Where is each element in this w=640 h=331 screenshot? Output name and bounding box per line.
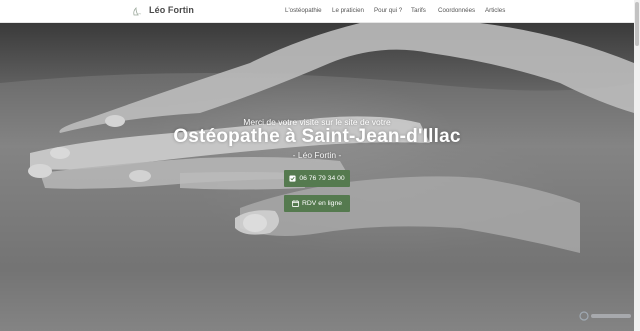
hero-practitioner-name: - Léo Fortin - — [292, 150, 342, 160]
hero-title: Ostéopathe à Saint-Jean-d'Illac — [173, 126, 461, 147]
rdv-button-label: RDV en ligne — [301, 200, 343, 207]
nav-item-tarifs[interactable]: Tarifs — [411, 7, 426, 14]
nav-item-pour-qui[interactable]: Pour qui ? — [374, 7, 402, 14]
nav-item-coordonnees[interactable]: Coordonnées — [438, 7, 475, 14]
nav-item-praticien[interactable]: Le praticien — [332, 7, 364, 14]
rdv-button[interactable]: RDV en ligne — [284, 195, 350, 212]
hero-content: Merci de votre visite sur le site de vot… — [0, 23, 634, 331]
site-header: Léo Fortin L'ostéopathie Le praticien Po… — [0, 0, 634, 23]
phone-button[interactable]: 06 76 79 34 00 — [284, 170, 350, 187]
hero-section: Merci de votre visite sur le site de vot… — [0, 23, 634, 331]
scrollbar-thumb[interactable] — [635, 2, 639, 46]
calendar-icon — [292, 200, 299, 207]
main-nav: L'ostéopathie Le praticien Pour qui ? Ta… — [0, 0, 634, 23]
phone-button-label: 06 76 79 34 00 — [299, 175, 345, 182]
nav-item-articles[interactable]: Articles — [485, 7, 505, 14]
page-scrollbar[interactable] — [634, 0, 640, 331]
phone-check-icon — [289, 175, 296, 182]
recaptcha-badge-icon — [579, 311, 631, 321]
nav-item-osteopathie[interactable]: L'ostéopathie — [285, 7, 322, 14]
